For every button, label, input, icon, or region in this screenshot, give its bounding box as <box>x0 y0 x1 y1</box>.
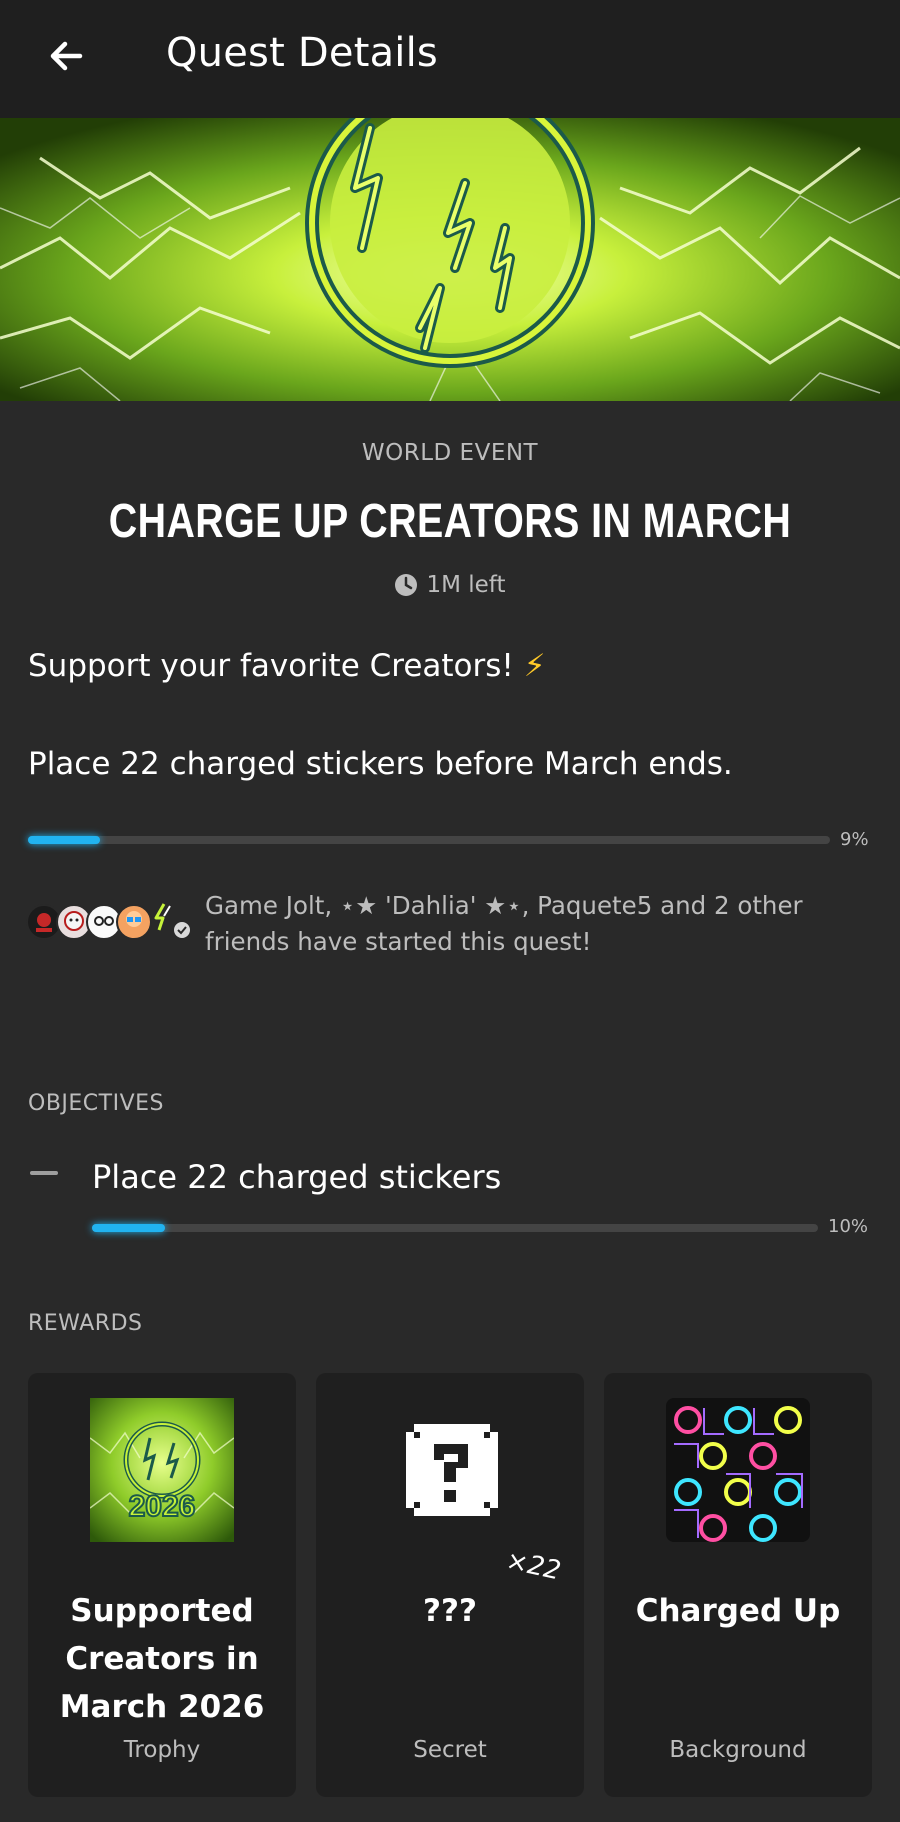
lightning-badge-icon <box>154 903 171 931</box>
objective-progress-fill <box>92 1224 165 1232</box>
objective-status-icon <box>30 1171 58 1175</box>
verified-icon <box>174 922 190 938</box>
arrow-left-icon <box>50 41 83 71</box>
objective-progress-bar <box>92 1224 818 1232</box>
quest-description-line-2: Place 22 charged stickers before March e… <box>28 746 733 782</box>
quest-details-page: Quest Details WORLD EVENT CHARGE UP CREA… <box>0 0 900 1822</box>
reward-type: Background <box>669 1737 807 1763</box>
rewards-heading: REWARDS <box>28 1311 143 1336</box>
back-button[interactable] <box>38 28 94 84</box>
time-left: 1M left <box>0 572 900 598</box>
reward-name: Supported Creators in March 2026 <box>59 1593 265 1725</box>
reward-type: Secret <box>413 1737 487 1763</box>
time-left-text: 1M left <box>426 572 506 598</box>
friend-avatars[interactable] <box>26 900 196 944</box>
page-title: Quest Details <box>166 30 438 76</box>
avatar <box>116 904 152 940</box>
quest-progress-bar <box>28 836 830 844</box>
reward-card-secret[interactable]: ×22 ??? Secret <box>316 1373 584 1797</box>
reward-card-trophy[interactable]: 2026 Supported Creators in March 2026 Tr… <box>28 1373 296 1797</box>
mystery-box-icon <box>378 1398 522 1542</box>
background-preview-image <box>666 1398 810 1542</box>
trophy-image: 2026 <box>89 1398 235 1542</box>
reward-name: ??? <box>423 1593 477 1629</box>
quest-banner-image <box>0 118 900 401</box>
clock-icon <box>395 574 418 596</box>
quest-progress-label: 9% <box>840 829 869 850</box>
quest-title: CHARGE UP CREATORS IN MARCH <box>108 495 792 548</box>
reward-card-background[interactable]: Charged Up Background <box>604 1373 872 1797</box>
reward-quantity: ×22 <box>503 1545 564 1587</box>
quest-description-line-1: Support your favorite Creators! ⚡ <box>28 648 545 684</box>
description-text: Support your favorite Creators! <box>28 648 514 684</box>
reward-name: Charged Up <box>635 1593 841 1629</box>
objective-progress-label: 10% <box>828 1216 869 1237</box>
quest-category: WORLD EVENT <box>361 440 539 466</box>
objectives-heading: OBJECTIVES <box>28 1091 165 1116</box>
trophy-year-text: 2026 <box>129 1490 196 1523</box>
lightning-icon: ⚡ <box>523 648 546 684</box>
quest-progress-fill <box>28 836 101 844</box>
friends-started-text: Game Jolt, ⋆★ 'Dahlia' ★⋆, Paquete5 and … <box>205 891 803 956</box>
objective-text: Place 22 charged stickers <box>92 1158 502 1196</box>
reward-type: Trophy <box>123 1737 201 1763</box>
app-header: Quest Details <box>0 0 900 118</box>
